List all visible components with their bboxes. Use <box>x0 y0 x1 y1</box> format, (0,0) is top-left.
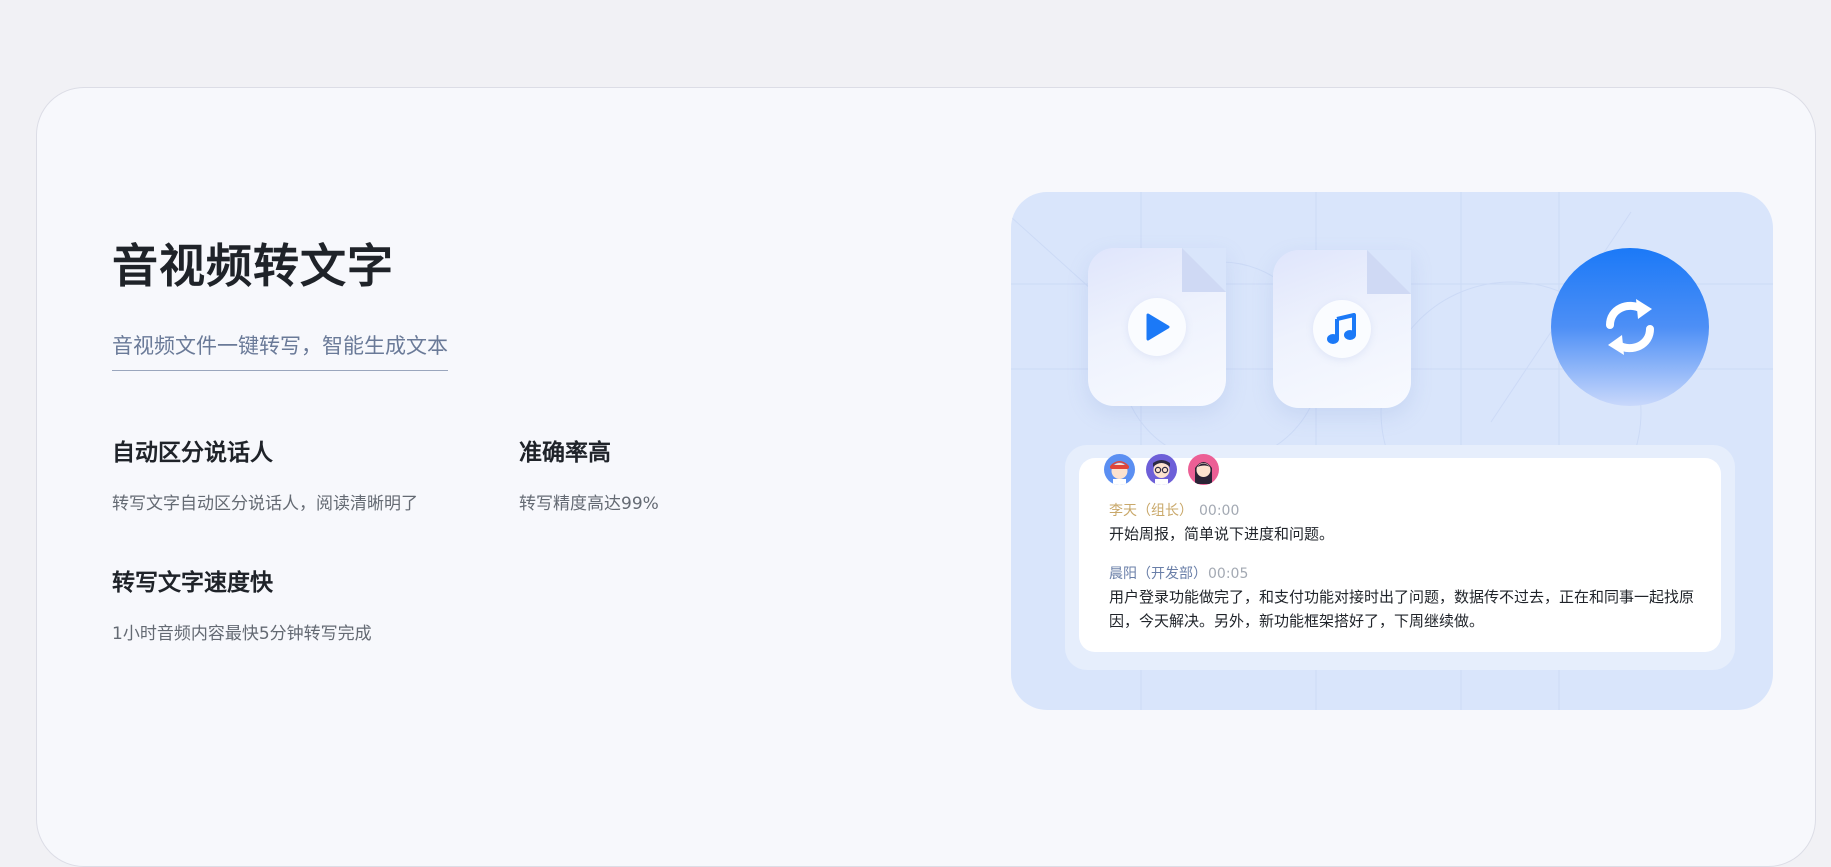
video-file-icon <box>1088 248 1226 406</box>
feature-title: 自动区分说话人 <box>112 440 273 466</box>
transcript-entry: 晨阳（开发部）00:05 用户登录功能做完了，和支付功能对接时出了问题，数据传不… <box>1109 563 1709 633</box>
feature-title: 准确率高 <box>519 440 611 466</box>
page-fold <box>1367 250 1411 294</box>
avatar <box>1146 454 1177 485</box>
speaker-meta: 李天（组长） 00:00 <box>1109 500 1709 520</box>
play-icon <box>1128 298 1186 356</box>
page-fold <box>1182 248 1226 292</box>
feature-description: 1小时音频内容最快5分钟转写完成 <box>112 624 372 644</box>
page-subtitle: 音视频文件一键转写，智能生成文本 <box>112 330 448 371</box>
speaker-name: 晨阳（开发部） <box>1109 566 1207 582</box>
transcript-card: 李天（组长） 00:00 开始周报，简单说下进度和问题。 晨阳（开发部）00:05… <box>1079 454 1721 652</box>
timestamp: 00:00 <box>1199 503 1240 519</box>
feature-speed: 转写文字速度快 1小时音频内容最快5分钟转写完成 <box>112 563 372 644</box>
transcript-panel: 李天（组长） 00:00 开始周报，简单说下进度和问题。 晨阳（开发部）00:05… <box>1065 445 1735 670</box>
feature-description: 转写文字自动区分说话人，阅读清晰明了 <box>112 494 418 514</box>
page-title: 音视频转文字 <box>112 239 394 293</box>
audio-file-icon <box>1273 250 1411 408</box>
feature-speaker-diarization: 自动区分说话人 转写文字自动区分说话人，阅读清晰明了 <box>112 433 418 514</box>
transcript-entry: 李天（组长） 00:00 开始周报，简单说下进度和问题。 <box>1109 500 1709 546</box>
feature-accuracy: 准确率高 转写精度高达99% <box>519 433 659 514</box>
sync-icon <box>1551 248 1709 406</box>
avatar <box>1188 454 1219 485</box>
transcription-illustration: 李天（组长） 00:00 开始周报，简单说下进度和问题。 晨阳（开发部）00:05… <box>1011 192 1773 710</box>
feature-description: 转写精度高达99% <box>519 494 659 514</box>
avatar <box>1104 454 1135 485</box>
participant-avatars <box>1104 454 1219 485</box>
speaker-name: 李天（组长） <box>1109 503 1193 519</box>
feature-card: 音视频转文字 音视频文件一键转写，智能生成文本 自动区分说话人 转写文字自动区分… <box>36 87 1816 867</box>
transcript-text: 开始周报，简单说下进度和问题。 <box>1109 525 1335 543</box>
transcript-messages: 李天（组长） 00:00 开始周报，简单说下进度和问题。 晨阳（开发部）00:05… <box>1109 500 1709 650</box>
transcript-text: 用户登录功能做完了，和支付功能对接时出了问题，数据传不过去，正在和同事一起找原因… <box>1109 588 1695 630</box>
feature-title: 转写文字速度快 <box>112 570 273 596</box>
music-note-icon <box>1313 300 1371 358</box>
timestamp: 00:05 <box>1208 566 1249 582</box>
speaker-meta: 晨阳（开发部）00:05 <box>1109 563 1709 583</box>
